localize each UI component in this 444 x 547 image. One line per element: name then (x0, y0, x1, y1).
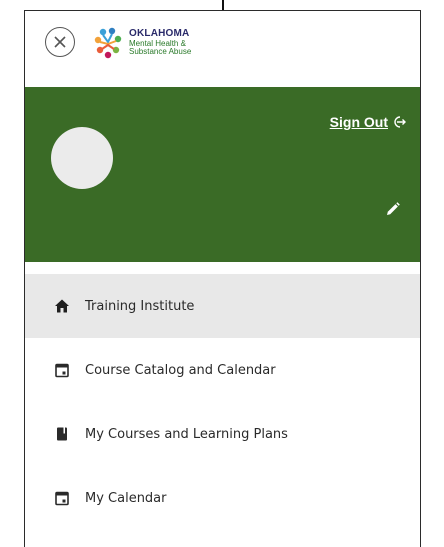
sign-out-link[interactable]: Sign Out (330, 114, 406, 130)
organization-logo[interactable]: OKLAHOMA Mental Health & Substance Abuse (93, 23, 233, 63)
profile-banner: Sign Out (25, 87, 420, 262)
avatar[interactable] (51, 127, 113, 189)
nav-item-my-courses[interactable]: My Courses and Learning Plans (25, 402, 420, 466)
edit-profile-button[interactable] (384, 200, 402, 218)
nav-item-training-institute[interactable]: Training Institute (25, 274, 420, 338)
sign-out-label: Sign Out (329, 114, 388, 130)
nav-item-course-catalog[interactable]: Course Catalog and Calendar (25, 338, 420, 402)
book-icon (53, 425, 71, 443)
logo-emblem-icon (94, 27, 122, 59)
nav-item-label: Course Catalog and Calendar (85, 362, 276, 378)
nav-item-label: My Calendar (85, 490, 167, 506)
calendar-icon (53, 489, 71, 507)
main-navigation: Training Institute Course Catalog and Ca… (25, 262, 420, 530)
logo-subtitle-2: Substance Abuse (129, 47, 192, 57)
close-icon (54, 36, 66, 48)
logo-text: OKLAHOMA Mental Health & Substance Abuse (129, 29, 191, 56)
pencil-icon (387, 202, 400, 215)
nav-item-label: My Courses and Learning Plans (85, 426, 288, 442)
nav-item-my-calendar[interactable]: My Calendar (25, 466, 420, 530)
sign-out-icon (392, 115, 406, 129)
close-button[interactable] (45, 27, 75, 57)
home-icon (53, 297, 71, 315)
calendar-icon (53, 361, 71, 379)
menu-header: OKLAHOMA Mental Health & Substance Abuse (25, 11, 420, 76)
side-menu-panel: OKLAHOMA Mental Health & Substance Abuse… (24, 10, 421, 547)
nav-item-label: Training Institute (85, 298, 195, 314)
